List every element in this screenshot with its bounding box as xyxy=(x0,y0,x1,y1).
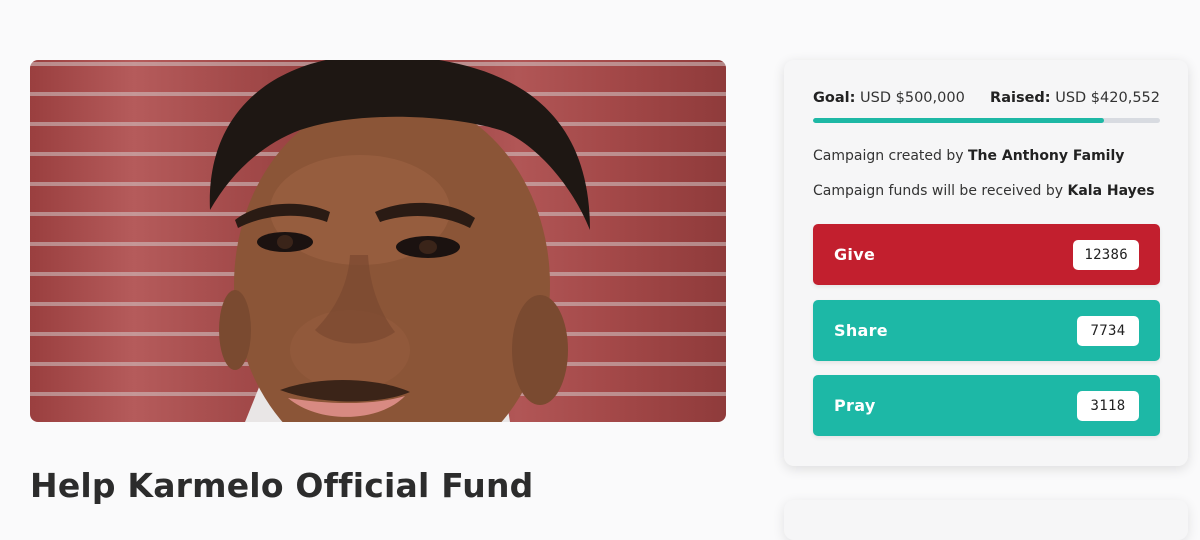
share-count: 7734 xyxy=(1077,315,1139,346)
portrait-illustration xyxy=(209,60,590,422)
creator-name: The Anthony Family xyxy=(967,148,1125,164)
pray-count: 3118 xyxy=(1077,390,1139,421)
ear xyxy=(512,295,568,405)
funds-recipient: Campaign funds will be received by Kala … xyxy=(813,183,1155,199)
share-button[interactable]: Share 7734 xyxy=(813,300,1160,361)
goal-label: Goal: xyxy=(813,90,856,106)
goal-value: USD $500,000 xyxy=(860,90,965,106)
funding-summary: Goal: USD $500,000 Raised: USD $420,552 xyxy=(813,90,1160,106)
recipient-prefix: Campaign funds will be received by xyxy=(813,183,1064,199)
recipient-name: Kala Hayes xyxy=(1067,183,1155,199)
share-label: Share xyxy=(834,321,888,340)
campaign-photo xyxy=(30,60,726,422)
creator-prefix: Campaign created by xyxy=(813,148,964,164)
give-button[interactable]: Give 12386 xyxy=(813,224,1160,285)
secondary-card xyxy=(784,500,1188,540)
raised-value: USD $420,552 xyxy=(1055,90,1160,106)
give-count: 12386 xyxy=(1073,239,1139,270)
give-label: Give xyxy=(834,245,876,264)
donation-card: Goal: USD $500,000 Raised: USD $420,552 … xyxy=(784,60,1188,466)
raised-text: Raised: USD $420,552 xyxy=(990,90,1160,106)
pray-label: Pray xyxy=(834,396,876,415)
goal-text: Goal: USD $500,000 xyxy=(813,90,965,106)
page-title: Help Karmelo Official Fund xyxy=(30,466,534,505)
ear xyxy=(219,290,251,370)
funding-progress-bar xyxy=(813,118,1160,123)
pray-button[interactable]: Pray 3118 xyxy=(813,375,1160,436)
raised-label: Raised: xyxy=(990,90,1051,106)
funding-progress-fill xyxy=(813,118,1105,123)
campaign-creator: Campaign created by The Anthony Family xyxy=(813,148,1124,164)
